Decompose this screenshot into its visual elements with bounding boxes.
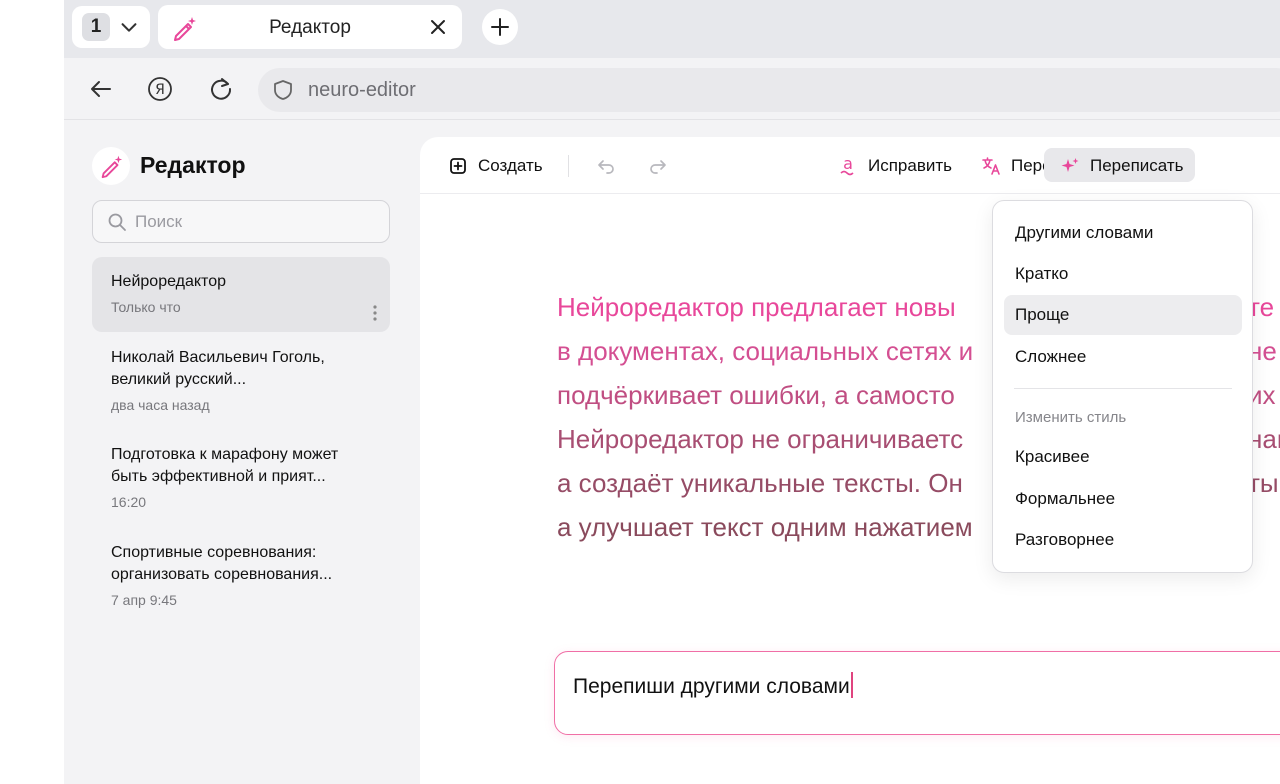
editor-toolbar: Создать a Исправить Перевести Переписать [420, 137, 1280, 194]
back-button[interactable] [86, 74, 116, 104]
undo-icon [598, 160, 614, 174]
sidebar-title: Редактор [140, 152, 246, 178]
fix-label: Исправить [868, 156, 953, 175]
new-tab-button[interactable] [482, 9, 518, 45]
tab-strip: 1 Редактор [64, 0, 1280, 58]
sparkles-icon [1061, 158, 1079, 172]
toolbar-divider [568, 155, 569, 177]
spellcheck-icon: a [840, 156, 854, 176]
redo-icon [650, 160, 666, 174]
yandex-button[interactable]: Я [145, 74, 175, 104]
tab-title: Редактор [269, 17, 351, 38]
reload-icon [211, 78, 232, 100]
document-title-line: Подготовка к марафону может [111, 446, 339, 463]
rewrite-menu: Другими словами Кратко Проще Сложнее Изм… [992, 200, 1253, 573]
url-text[interactable]: neuro-editor [308, 79, 416, 102]
text-caret [850, 672, 853, 698]
document-title-line: Спортивные соревнования: [111, 544, 317, 561]
navigation-bar: Я neuro-editor [64, 58, 1280, 120]
yandex-logo-icon: Я [148, 77, 172, 101]
prompt-input[interactable]: Перепиши другими словами [554, 651, 1280, 735]
prompt-text[interactable]: Перепиши другими словами [573, 675, 850, 698]
search-box[interactable] [92, 200, 390, 243]
document-title-line: Николай Васильевич Гоголь, [111, 349, 325, 366]
document-title-line: быть эффективной и прият... [111, 468, 326, 485]
menu-item-casual[interactable]: Разговорнее [1004, 520, 1242, 560]
fix-button[interactable]: a Исправить [838, 153, 952, 179]
undo-button[interactable] [596, 153, 616, 179]
rewrite-button[interactable]: Переписать [1060, 153, 1184, 179]
menu-item-formal[interactable]: Формальнее [1004, 479, 1242, 519]
document-time: два часа назад [111, 397, 210, 413]
document-time: 7 апр 9:45 [111, 592, 177, 608]
menu-item-other-words[interactable]: Другими словами [1004, 213, 1242, 253]
document-list-item[interactable]: Спортивные соревнования: организовать со… [92, 528, 390, 622]
tab-group-switcher[interactable]: 1 [72, 6, 150, 48]
more-vertical-icon[interactable] [372, 304, 378, 322]
tab-count-badge: 1 [82, 13, 110, 41]
search-icon [108, 213, 126, 231]
document-title-line: великий русский... [111, 371, 247, 388]
document-time: 16:20 [111, 494, 147, 510]
menu-item-simpler[interactable]: Проще [1004, 295, 1242, 335]
redo-button[interactable] [648, 153, 668, 179]
address-bar[interactable]: neuro-editor [258, 68, 1280, 112]
close-icon[interactable] [428, 17, 448, 37]
reload-button[interactable] [206, 74, 236, 104]
document-title: Нейроредактор [111, 273, 226, 290]
svg-text:Я: Я [155, 82, 165, 98]
plus-icon [491, 18, 509, 36]
document-title-line: организовать соревнования... [111, 566, 333, 583]
arrow-left-icon [91, 81, 111, 97]
menu-section-heading: Изменить стиль [1015, 409, 1127, 426]
app-logo [92, 147, 130, 185]
magic-pen-icon [101, 155, 123, 179]
menu-divider [1014, 388, 1232, 389]
create-label: Создать [478, 156, 543, 175]
rewrite-label: Переписать [1090, 156, 1184, 175]
document-list-item[interactable]: Нейроредактор Только что [92, 257, 390, 332]
search-input[interactable] [135, 211, 375, 233]
document-list-item[interactable]: Николай Васильевич Гоголь, великий русск… [92, 333, 390, 427]
translate-icon [982, 157, 1000, 175]
plus-square-icon [450, 158, 466, 174]
document-time: Только что [111, 299, 181, 315]
browser-tab-editor[interactable]: Редактор [158, 5, 462, 49]
chevron-down-icon [121, 23, 137, 32]
shield-icon[interactable] [272, 79, 294, 101]
svg-text:a: a [843, 156, 853, 173]
menu-item-complex[interactable]: Сложнее [1004, 337, 1242, 377]
create-button[interactable]: Создать [448, 153, 543, 179]
menu-item-prettier[interactable]: Красивее [1004, 437, 1242, 477]
document-list-item[interactable]: Подготовка к марафону может быть эффекти… [92, 430, 390, 524]
menu-item-brief[interactable]: Кратко [1004, 254, 1242, 294]
